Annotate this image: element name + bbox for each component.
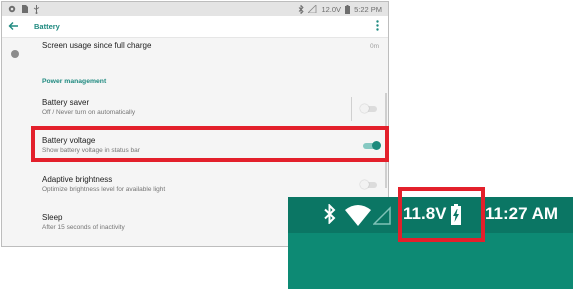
sd-card-icon (21, 5, 28, 13)
row-value: 0m (369, 43, 379, 50)
row-subtitle: After 15 seconds of inactivity (42, 224, 125, 231)
toggle-thumb (360, 104, 369, 113)
setting-screen-usage[interactable]: Screen usage since full charge 0m (2, 38, 388, 60)
wifi-icon (344, 203, 372, 229)
battery-voltage-highlight (31, 126, 389, 162)
row-title: Adaptive brightness (42, 175, 113, 184)
status-bar: 12.0V 5:22 PM (2, 2, 388, 16)
section-header-power-management: Power management (42, 78, 107, 85)
divider (351, 97, 352, 121)
signal-icon (308, 5, 317, 13)
battery-icon (345, 4, 351, 14)
status-time: 5:22 PM (354, 4, 382, 14)
status-voltage: 12.0V (321, 4, 342, 14)
row-subtitle: Optimize brightness level for available … (42, 186, 166, 193)
battery-saver-toggle[interactable] (360, 104, 377, 113)
bluetooth-icon (298, 4, 305, 14)
zoomed-time: 11:27 AM (485, 204, 559, 223)
row-title: Sleep (42, 213, 63, 222)
setting-battery-saver[interactable]: Battery saver Off / Never turn on automa… (2, 96, 388, 126)
page-title: Battery (34, 22, 60, 31)
back-arrow-icon[interactable] (8, 19, 28, 34)
settings-gear-icon (8, 5, 16, 13)
row-subtitle: Off / Never turn on automatically (42, 109, 136, 116)
toggle-thumb (360, 180, 369, 189)
more-vert-icon[interactable] (376, 20, 379, 34)
row-title: Battery saver (42, 98, 90, 107)
signal-icon (372, 205, 391, 225)
bluetooth-icon (324, 203, 336, 229)
voltage-highlight (398, 187, 485, 242)
adaptive-brightness-toggle[interactable] (360, 180, 377, 189)
row-title: Screen usage since full charge (42, 41, 152, 50)
app-bar: Battery (2, 16, 388, 38)
usb-icon (33, 4, 40, 14)
